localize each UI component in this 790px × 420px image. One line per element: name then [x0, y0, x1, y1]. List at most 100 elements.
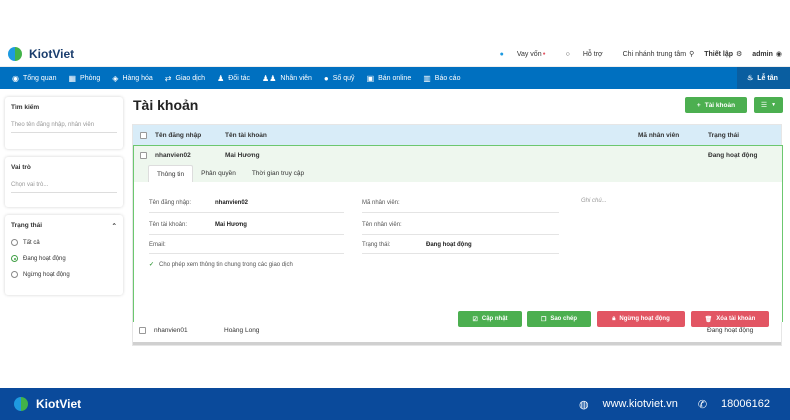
filter-sidebar: Tìm kiếm Theo tên đăng nhập, nhân viên V… — [5, 97, 123, 303]
detail-tabs: Thông tin Phân quyền Thời gian truy cập — [148, 165, 312, 182]
nav-partners[interactable]: ♟ Đối tác — [217, 74, 250, 83]
role-select[interactable]: Chọn vai trò... — [11, 182, 117, 193]
cell-account-name: Hoàng Long — [224, 327, 260, 334]
table-row[interactable]: nhanvien01 Hoàng Long Đang hoạt động — [133, 324, 783, 338]
status-inactive-radio[interactable]: Ngừng hoạt động — [11, 271, 117, 278]
accounts-table: Tên đăng nhập Tên tài khoản Mã nhân viên… — [132, 124, 783, 346]
search-card: Tìm kiếm Theo tên đăng nhập, nhân viên — [5, 97, 123, 149]
user-icon: ◉ — [775, 51, 782, 58]
radio-icon — [11, 271, 18, 278]
gear-icon: ⚙ — [735, 51, 743, 58]
search-input[interactable]: Theo tên đăng nhập, nhân viên — [11, 122, 117, 133]
col-staff-code: Mã nhân viên — [638, 131, 680, 139]
row-checkbox[interactable] — [140, 152, 147, 159]
lock-icon: 🔒︎ — [612, 315, 616, 322]
cart-icon: ▣ — [366, 73, 375, 83]
radio-icon — [11, 239, 18, 246]
cell-username: nhanvien01 — [154, 327, 188, 334]
tab-access-time[interactable]: Thời gian truy cập — [244, 165, 312, 182]
table-header: Tên đăng nhập Tên tài khoản Mã nhân viên… — [133, 125, 781, 145]
nav-transactions[interactable]: ⇄ Giao dịch — [165, 74, 205, 83]
col-status: Trạng thái — [708, 131, 740, 139]
box-icon: ◈ — [112, 73, 119, 83]
loan-link[interactable]: ● Vay vốn ● — [490, 51, 546, 58]
person-icon: ♟ — [217, 73, 225, 83]
status-card: Trạng thái ⌃ Tất cả Đang hoạt động Ngừng … — [5, 215, 123, 295]
nav-reports[interactable]: ▥ Báo cáo — [423, 74, 460, 83]
add-account-button[interactable]: + Tài khoản — [685, 97, 747, 113]
col-account-name: Tên tài khoản — [225, 131, 267, 139]
horizontal-scrollbar[interactable] — [133, 342, 781, 345]
cell-username: nhanvien02 — [155, 152, 191, 159]
label-status: Trạng thái: — [362, 242, 391, 248]
label-email: Email: — [149, 242, 166, 248]
footer-banner: KiotViet ◍ www.kiotviet.vn ✆ 18006162 — [0, 388, 790, 420]
search-title: Tìm kiếm — [11, 104, 40, 111]
note-field[interactable]: Ghi chú... — [581, 198, 607, 204]
branch-selector[interactable]: Chi nhánh trung tâm ⚲ — [613, 50, 695, 59]
value-account: Mai Hương — [215, 222, 247, 228]
nav-staff[interactable]: ♟♟ Nhân viên — [262, 74, 312, 83]
tab-info[interactable]: Thông tin — [148, 165, 194, 182]
nav-rooms[interactable]: ▦ Phòng — [68, 74, 100, 83]
status-all-radio[interactable]: Tất cả — [11, 239, 117, 246]
label-staff-name: Tên nhân viên: — [362, 222, 402, 228]
phone-link[interactable]: ✆ 18006162 — [688, 398, 770, 411]
expanded-row: nhanvien02 Mai Hương Đang hoạt động Thôn… — [133, 145, 783, 327]
label-account: Tên tài khoản: — [149, 222, 188, 228]
user-menu[interactable]: admin ◉ — [752, 50, 782, 59]
cell-status: Đang hoạt động — [707, 327, 754, 334]
plus-icon: + — [696, 101, 701, 109]
chevron-up-icon[interactable]: ⌃ — [112, 222, 117, 230]
detail-panel: Tên đăng nhập: nhanvien02 Tên tài khoản:… — [134, 182, 782, 327]
tab-permissions[interactable]: Phân quyền — [193, 165, 244, 182]
footer-brand: KiotViet — [36, 397, 82, 411]
chat-icon: ○ — [565, 50, 570, 58]
view-permission-check: ✓ Cho phép xem thông tin chung trong các … — [149, 262, 293, 268]
view-options-button[interactable]: ☰ ▼ — [754, 97, 783, 113]
top-bar: KiotViet ● Vay vốn ● ○ Hỗ trợ Chi nhánh tru… — [0, 42, 790, 67]
nav-reception[interactable]: ♨ Lễ tân — [737, 67, 790, 89]
coin-icon: ● — [323, 73, 329, 83]
support-link[interactable]: ○ Hỗ trợ — [556, 51, 603, 58]
role-title: Vai trò — [11, 164, 31, 171]
chevron-down-icon: ▼ — [771, 102, 777, 108]
main-nav: ◉ Tổng quan ▦ Phòng ◈ Hàng hóa ⇄ Giao dịch ♟… — [0, 67, 790, 89]
users-icon: ♟♟ — [262, 73, 277, 83]
nav-overview[interactable]: ◉ Tổng quan — [12, 74, 56, 83]
kiotviet-logo-icon — [8, 46, 24, 62]
trash-icon: 🗑︎ — [704, 316, 713, 323]
status-active-radio[interactable]: Đang hoạt động — [11, 255, 117, 262]
footer-logo: KiotViet — [14, 396, 81, 412]
select-all-checkbox[interactable] — [140, 131, 147, 139]
nav-cashbook[interactable]: ● Sổ quỹ — [324, 74, 355, 83]
settings-link[interactable]: Thiết lập ⚙ — [704, 50, 743, 59]
value-status: Đang hoạt động — [426, 242, 472, 248]
location-pin-icon: ⚲ — [689, 51, 695, 58]
checkmark-icon: ✓ — [149, 262, 155, 268]
phone-icon: ✆ — [697, 398, 708, 411]
label-staff-code: Mã nhân viên: — [362, 200, 400, 206]
list-icon: ☰ — [760, 102, 768, 109]
value-username: nhanvien02 — [215, 200, 249, 206]
nav-online-sales[interactable]: ▣ Bán online — [367, 74, 412, 83]
eye-icon: ◉ — [12, 73, 19, 83]
website-link[interactable]: ◍ www.kiotviet.vn — [569, 398, 678, 411]
grid-icon: ▦ — [68, 73, 77, 83]
money-bag-icon: ● — [499, 50, 504, 58]
cell-account-name: Mai Hương — [225, 152, 260, 159]
brand-logo[interactable]: KiotViet — [8, 46, 74, 62]
copy-icon: ❐ — [540, 316, 547, 323]
brand-name: KiotViet — [29, 47, 75, 61]
top-whitespace — [0, 0, 790, 42]
cell-status: Đang hoạt động — [708, 152, 758, 159]
col-username: Tên đăng nhập — [155, 131, 202, 139]
nav-products[interactable]: ◈ Hàng hóa — [112, 74, 153, 83]
edit-icon: ☑ — [472, 316, 478, 323]
row-checkbox[interactable] — [139, 327, 146, 334]
table-row[interactable]: nhanvien02 Mai Hương Đang hoạt động — [134, 146, 782, 165]
radio-checked-icon — [11, 255, 18, 262]
chart-icon: ▥ — [423, 73, 431, 83]
kiotviet-logo-icon — [14, 396, 30, 412]
swap-icon: ⇄ — [164, 73, 172, 83]
